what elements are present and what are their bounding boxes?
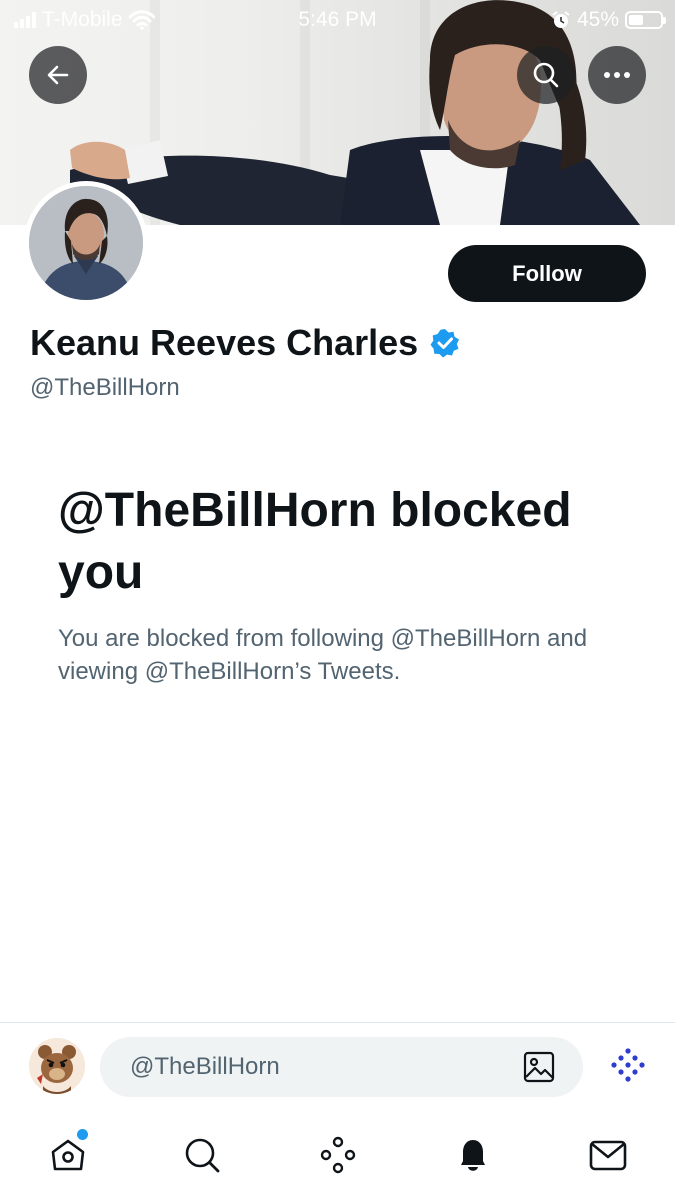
battery-icon bbox=[625, 11, 666, 29]
profile-handle: @TheBillHorn bbox=[30, 374, 180, 401]
tab-spaces[interactable] bbox=[316, 1133, 360, 1177]
notifications-icon bbox=[461, 1140, 485, 1171]
avatar-photo bbox=[29, 186, 143, 300]
verified-badge-icon bbox=[430, 329, 460, 358]
messages-icon bbox=[589, 1140, 627, 1171]
spaces-icon bbox=[320, 1136, 356, 1174]
tab-messages[interactable] bbox=[586, 1133, 630, 1177]
divider bbox=[0, 1022, 675, 1023]
image-icon[interactable] bbox=[523, 1051, 555, 1083]
new-content-dot bbox=[77, 1129, 88, 1140]
blocked-heading: @TheBillHorn blocked you bbox=[58, 484, 572, 599]
blocked-message: You are blocked from following @TheBillH… bbox=[58, 625, 588, 685]
profile-avatar[interactable] bbox=[24, 181, 148, 305]
home-icon bbox=[51, 1139, 85, 1171]
reply-compose-field[interactable]: @TheBillHorn bbox=[100, 1037, 583, 1097]
search-icon bbox=[533, 62, 559, 88]
my-avatar[interactable] bbox=[29, 1038, 85, 1094]
status-bar: T-Mobile 5:46 PM 45% bbox=[0, 0, 675, 40]
battery-percent: 45% bbox=[576, 8, 619, 31]
sparkle-dots-icon[interactable] bbox=[608, 1047, 648, 1087]
reply-placeholder: @TheBillHorn bbox=[130, 1053, 280, 1080]
display-name: Keanu Reeves Charles bbox=[30, 322, 419, 363]
search-profile-button[interactable] bbox=[517, 46, 575, 104]
back-arrow-icon bbox=[47, 65, 69, 85]
profile-name-row: Keanu Reeves Charles bbox=[30, 322, 460, 364]
more-icon bbox=[604, 72, 630, 78]
bear-avatar-icon bbox=[29, 1038, 85, 1094]
back-button[interactable] bbox=[29, 46, 87, 104]
alarm-icon bbox=[552, 11, 570, 28]
follow-button[interactable]: Follow bbox=[448, 245, 646, 302]
tab-search[interactable] bbox=[180, 1133, 224, 1177]
search-icon bbox=[185, 1138, 220, 1173]
tab-notifications[interactable] bbox=[451, 1133, 495, 1177]
more-options-button[interactable] bbox=[588, 46, 646, 104]
